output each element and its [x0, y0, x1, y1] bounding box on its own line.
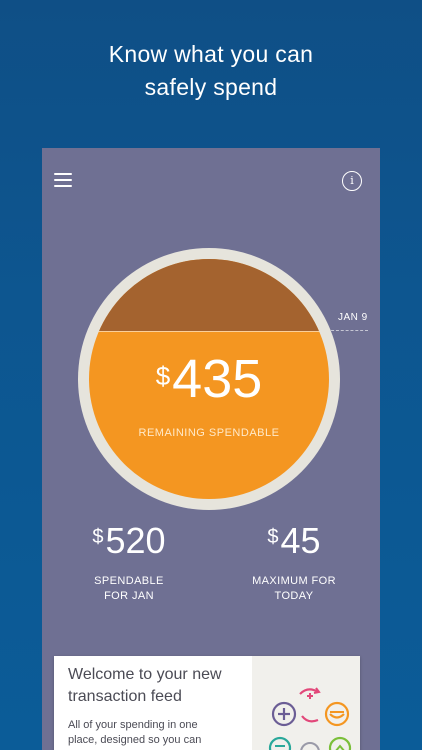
- stat-label: SPENDABLE FOR JAN: [49, 574, 209, 604]
- stat-maximum-today: $45 MAXIMUM FOR TODAY: [214, 520, 374, 604]
- menu-bar: [54, 173, 72, 175]
- stat-label-line: SPENDABLE: [94, 575, 164, 587]
- stat-label: MAXIMUM FOR TODAY: [214, 574, 374, 604]
- hamburger-menu-icon[interactable]: [54, 173, 72, 187]
- grey-circle-icon: [300, 742, 320, 750]
- headline-line-1: Know what you can: [108, 41, 314, 67]
- gauge-spent-portion: [89, 259, 329, 331]
- menu-bar: [54, 179, 72, 181]
- green-arrow-icon: [335, 744, 345, 750]
- currency-symbol: $: [267, 526, 279, 548]
- card-title-line: transaction feed: [68, 688, 182, 705]
- remaining-label: REMAINING SPENDABLE: [138, 427, 280, 439]
- transaction-icons-illustration: [252, 656, 360, 750]
- stat-value: 45: [280, 520, 321, 561]
- remaining-value: 435: [172, 349, 263, 409]
- pink-arrow-icon-2: [301, 715, 319, 723]
- stat-label-line: MAXIMUM FOR: [252, 575, 336, 587]
- remaining-amount: $435: [89, 349, 329, 409]
- stat-value: 520: [105, 520, 166, 561]
- card-text: Welcome to your new transaction feed All…: [68, 664, 252, 748]
- card-body-line: All of your spending in one: [68, 719, 198, 731]
- teal-circle-icon: [268, 736, 292, 750]
- currency-symbol: $: [155, 361, 171, 391]
- orange-circle-icon: [324, 701, 350, 727]
- info-glyph: i: [350, 174, 354, 187]
- menu-bar: [54, 185, 72, 187]
- card-title: Welcome to your new transaction feed: [68, 664, 252, 708]
- stat-label-line: FOR JAN: [104, 590, 154, 602]
- stat-label-line: TODAY: [274, 590, 314, 602]
- date-marker-label: JAN 9: [338, 312, 368, 323]
- green-circle-icon: [328, 736, 352, 750]
- card-title-line: Welcome to your new: [68, 666, 222, 683]
- stat-spendable-month: $520 SPENDABLE FOR JAN: [49, 520, 209, 604]
- transaction-icons-svg: [268, 687, 352, 750]
- promo-headline: Know what you can safely spend: [0, 38, 422, 104]
- app-screen: i JAN 9 $435 REMAINING SPENDABLE $520 SP…: [42, 148, 380, 750]
- card-body-line: place, designed so you can: [68, 734, 202, 746]
- card-body: All of your spending in one place, desig…: [68, 718, 252, 748]
- transaction-feed-card[interactable]: Welcome to your new transaction feed All…: [54, 656, 360, 750]
- orange-smile-icon: [329, 713, 345, 719]
- info-icon[interactable]: i: [342, 171, 362, 191]
- headline-line-2: safely spend: [144, 74, 278, 100]
- currency-symbol: $: [92, 526, 104, 548]
- gauge-fill: $435 REMAINING SPENDABLE: [89, 259, 329, 499]
- gauge-today-line: [89, 331, 329, 332]
- spendable-gauge[interactable]: $435 REMAINING SPENDABLE: [78, 248, 340, 510]
